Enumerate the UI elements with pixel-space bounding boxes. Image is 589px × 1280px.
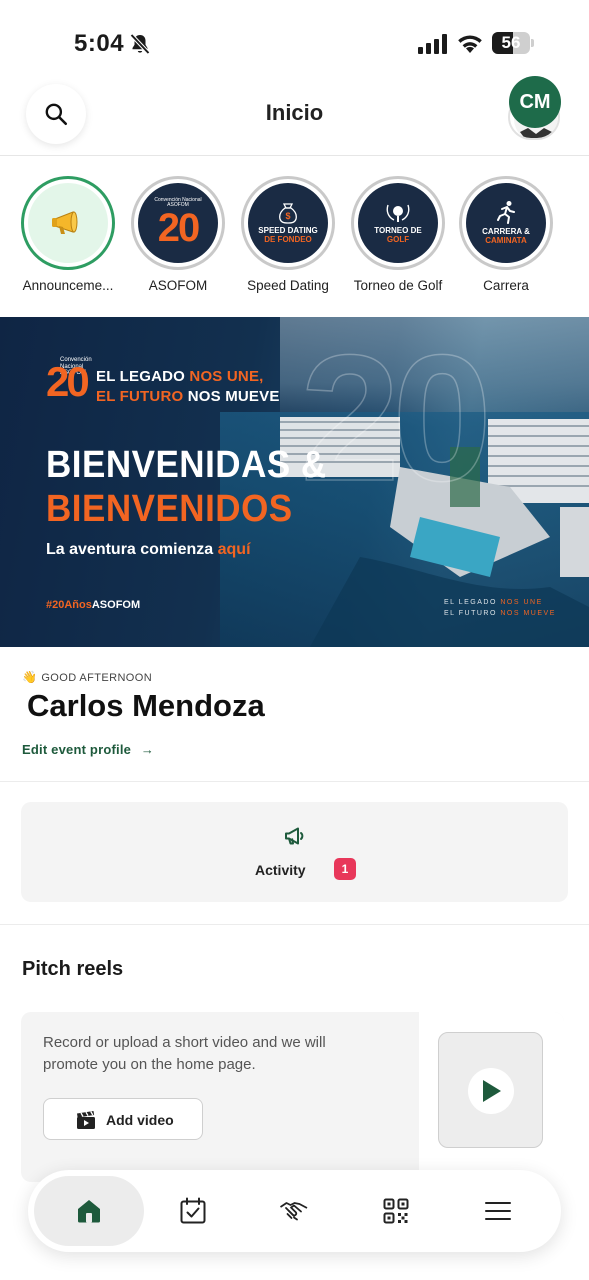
story-label: Announceme... xyxy=(22,278,114,293)
wave-icon: 👋 xyxy=(22,670,38,684)
story-label: Carrera xyxy=(483,278,529,293)
subtitle-part: La aventura comienza xyxy=(46,541,218,558)
story-ring: TORNEO DE GOLF xyxy=(351,176,445,270)
greeting-label: 👋 GOOD AFTERNOON xyxy=(22,670,152,684)
money-bag-icon: $ xyxy=(279,203,297,224)
greeting-text: GOOD AFTERNOON xyxy=(41,672,153,684)
edit-event-profile-link[interactable]: Edit event profile → xyxy=(22,742,154,757)
pitch-reel-card: Record or upload a short video and we wi… xyxy=(21,1012,564,1182)
megaphone-icon xyxy=(285,827,304,845)
status-time: 5:04 xyxy=(74,30,125,57)
banner-hashtag: #20AñosASOFOM xyxy=(46,599,140,611)
story-title-line2: GOLF xyxy=(386,235,410,244)
tagline-part: EL FUTURO xyxy=(96,388,188,406)
runner-icon xyxy=(497,201,515,225)
tab-menu[interactable] xyxy=(443,1176,553,1246)
wifi-icon xyxy=(458,35,482,53)
pitch-reels-title: Pitch reels xyxy=(22,958,124,980)
banner-heading-1: BIENVENIDAS & xyxy=(46,443,327,486)
activity-count-badge: 1 xyxy=(334,858,356,880)
arrow-right-icon: → xyxy=(140,742,155,757)
cellular-signal-icon xyxy=(418,34,447,54)
story-ring: CARRERA & CAMINATA xyxy=(459,176,553,270)
footer-part: EL LEGADO xyxy=(444,599,501,606)
clapperboard-icon xyxy=(77,1111,95,1129)
battery-level-text: 56 xyxy=(501,33,521,52)
story-asofom[interactable]: Convención Nacional ASOFOM 20 ASOFOM xyxy=(126,176,230,293)
footer-part: EL FUTURO xyxy=(444,610,501,618)
top-header: Inicio CM xyxy=(0,70,589,156)
footer-part: NOS UNE xyxy=(500,599,543,606)
banner-subtitle: La aventura comienza aquí xyxy=(46,541,251,559)
story-carrera[interactable]: CARRERA & CAMINATA Carrera xyxy=(454,176,558,293)
subtitle-part: aquí xyxy=(217,541,251,558)
hashtag-part: #20Años xyxy=(46,599,92,611)
welcome-banner[interactable]: 20 Convención Nacional ASOFOM 20 EL LEGA… xyxy=(0,317,589,647)
story-thumbnail: TORNEO DE GOLF xyxy=(358,183,438,263)
stories-row: Announceme... Convención Nacional ASOFOM… xyxy=(0,170,589,306)
story-torneo-golf[interactable]: TORNEO DE GOLF Torneo de Golf xyxy=(346,176,450,293)
menu-icon xyxy=(485,1202,511,1220)
tab-qr[interactable] xyxy=(341,1176,451,1246)
golf-icon xyxy=(386,204,410,223)
story-ring: $ SPEED DATING DE FONDEO xyxy=(241,176,335,270)
tab-networking[interactable] xyxy=(239,1176,349,1246)
status-bar: 5:04 56 xyxy=(0,0,589,70)
divider xyxy=(0,781,589,782)
story-label: ASOFOM xyxy=(148,278,208,293)
handshake-icon xyxy=(280,1202,308,1221)
bell-slash-icon xyxy=(130,33,150,55)
banner-footer-tagline: EL LEGADO NOS UNE EL FUTURO NOS MUEVE xyxy=(444,597,556,619)
asofom-20-logo: 20 xyxy=(157,206,200,250)
tab-home[interactable] xyxy=(34,1176,144,1246)
pitch-reel-description: Record or upload a short video and we wi… xyxy=(43,1034,326,1073)
banner-watermark-20: 20 xyxy=(299,318,493,519)
play-button[interactable] xyxy=(468,1068,514,1114)
divider xyxy=(0,924,589,925)
story-label: Torneo de Golf xyxy=(353,278,443,293)
bottom-tab-bar xyxy=(28,1170,561,1252)
story-thumbnail xyxy=(28,183,108,263)
tagline-part: EL LEGADO xyxy=(96,368,190,385)
tab-agenda[interactable] xyxy=(138,1176,248,1246)
add-video-label: Add video xyxy=(106,1112,174,1128)
banner-20-logo: 20 xyxy=(46,358,90,405)
footer-part: NOS MUEVE xyxy=(500,610,556,618)
banner-tagline: EL LEGADO NOS UNE, EL FUTURO NOS MUEVE xyxy=(96,367,280,408)
banner-heading-2: BIENVENIDOS xyxy=(46,487,293,530)
story-announcements[interactable]: Announceme... xyxy=(16,176,120,293)
story-thumbnail: $ SPEED DATING DE FONDEO xyxy=(248,183,328,263)
story-title-line2: DE FONDEO xyxy=(264,234,312,244)
page-title: Inicio xyxy=(265,100,324,125)
activity-button[interactable]: Activity 1 xyxy=(21,802,568,902)
hashtag-part: ASOFOM xyxy=(91,599,141,611)
story-title-line2: CAMINATA xyxy=(485,236,527,245)
story-speed-dating[interactable]: $ SPEED DATING DE FONDEO Speed Dating xyxy=(236,176,340,293)
story-thumbnail: CARRERA & CAMINATA xyxy=(466,183,546,263)
video-preview-thumbnail[interactable] xyxy=(438,1032,543,1148)
battery-icon: 56 xyxy=(492,32,534,54)
megaphone-icon xyxy=(52,211,78,234)
home-icon xyxy=(78,1200,100,1223)
qr-code-icon xyxy=(383,1198,409,1224)
avatar: CM xyxy=(509,76,561,128)
svg-text:$: $ xyxy=(285,211,290,221)
calendar-check-icon xyxy=(180,1197,206,1224)
add-video-button[interactable]: Add video xyxy=(43,1098,203,1140)
play-icon xyxy=(483,1080,501,1102)
profile-avatar-button[interactable]: CM xyxy=(506,76,562,142)
activity-label: Activity xyxy=(255,862,306,878)
user-name: Carlos Mendoza xyxy=(27,688,265,723)
edit-link-label: Edit event profile xyxy=(22,742,132,757)
story-ring: Convención Nacional ASOFOM 20 xyxy=(131,176,225,270)
story-label: Speed Dating xyxy=(247,278,329,293)
tagline-part: NOS MUEVE xyxy=(187,388,280,406)
story-thumbnail: Convención Nacional ASOFOM 20 xyxy=(138,183,218,263)
tagline-part: NOS UNE, xyxy=(189,368,264,385)
story-ring xyxy=(21,176,115,270)
